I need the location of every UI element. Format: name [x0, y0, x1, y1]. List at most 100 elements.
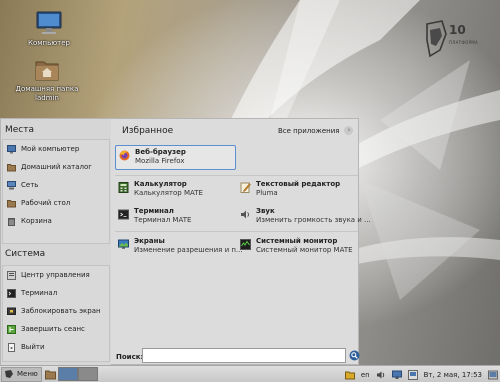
system-item-label: Выйти	[21, 343, 45, 351]
menu-button[interactable]: Меню	[1, 366, 42, 382]
place-item-network[interactable]: Сеть	[3, 176, 109, 194]
logo-text: ПЛАТФОРМА	[449, 40, 479, 45]
display-icon	[118, 239, 129, 249]
menu-button-label: Меню	[17, 370, 38, 378]
place-item-home[interactable]: Домашний каталог	[3, 158, 109, 176]
favorites-title: Избранное	[122, 126, 174, 136]
place-item-label: Сеть	[21, 181, 39, 189]
workspace-2[interactable]	[77, 367, 98, 381]
power-icon	[8, 342, 15, 352]
system-title: Система	[5, 249, 46, 259]
app-text-editor[interactable]: Текстовый редактор Pluma	[240, 180, 340, 198]
place-item-label: Домашний каталог	[21, 163, 92, 171]
folder-tray-icon[interactable]	[344, 370, 355, 380]
logo-number: 10	[449, 23, 466, 37]
keyboard-layout-indicator[interactable]: en	[361, 371, 370, 379]
place-item-label: Мой компьютер	[21, 145, 80, 153]
app-desc: Калькулятор MATE	[134, 189, 203, 197]
monitor-icon	[36, 11, 62, 34]
sound-icon	[241, 210, 250, 219]
system-item-label: Завершить сеанс	[21, 325, 85, 333]
menu-left-pane: Места Мой компьютер Домашний каталог Сет…	[1, 119, 111, 366]
folder-icon	[7, 163, 16, 171]
volume-icon[interactable]	[376, 370, 386, 380]
taskbar: Меню en Вт, 2 мая, 17:53	[0, 365, 500, 382]
clock[interactable]: Вт, 2 мая, 17:53	[424, 371, 482, 379]
app-sound[interactable]: Звук Изменить громкость звука и ...	[240, 207, 371, 225]
app-name: Системный монитор	[256, 237, 338, 245]
app-name: Калькулятор	[134, 180, 187, 188]
network-icon[interactable]	[391, 370, 402, 380]
display-tray-icon[interactable]	[407, 369, 418, 380]
calculator-icon	[118, 182, 129, 193]
logout-icon	[7, 324, 16, 334]
app-desc: Pluma	[256, 189, 278, 197]
system-monitor-icon	[240, 239, 251, 250]
control-center-icon	[7, 270, 16, 280]
system-item-lock-screen[interactable]: Заблокировать экран	[3, 302, 109, 320]
app-system-monitor[interactable]: Системный монитор Системный монитор MATE	[240, 237, 353, 255]
favorites-separator	[115, 231, 358, 232]
menu-right-pane: Избранное Все приложения › Веб-браузер M…	[113, 119, 371, 366]
all-apps-label: Все приложения	[278, 126, 340, 135]
trash-icon	[8, 217, 15, 226]
workspace-1[interactable]	[57, 367, 78, 381]
show-desktop-icon[interactable]	[488, 370, 498, 380]
system-item-logout[interactable]: Завершить сеанс	[3, 320, 109, 338]
terminal-icon	[118, 209, 129, 220]
app-calculator[interactable]: Калькулятор Калькулятор MATE	[118, 180, 203, 198]
app-displays[interactable]: Экраны Изменение разрешения и п...	[118, 237, 243, 255]
all-apps-button[interactable]: Все приложения ›	[278, 126, 354, 135]
app-desc: Изменение разрешения и п...	[134, 246, 243, 254]
place-item-desktop[interactable]: Рабочий стол	[3, 194, 109, 212]
system-item-control-center[interactable]: Центр управления	[3, 266, 109, 284]
logo-emblem-icon	[426, 20, 447, 58]
app-desc: Изменить громкость звука и ...	[256, 216, 371, 224]
platform-logo: 10 ПЛАТФОРМА	[424, 20, 484, 62]
system-item-label: Заблокировать экран	[21, 307, 101, 315]
system-item-terminal[interactable]: Терминал	[3, 284, 109, 302]
home-folder-icon	[35, 61, 59, 81]
firefox-icon	[119, 150, 130, 161]
desktop-icon-label: Компьютер	[28, 39, 70, 47]
search-icon[interactable]	[349, 350, 360, 361]
place-item-label: Рабочий стол	[21, 199, 71, 207]
places-title: Места	[5, 125, 35, 135]
app-desc: Терминал MATE	[134, 216, 192, 224]
favorites-separator	[115, 175, 358, 176]
desktop-icon-label: Домашняя папка	[15, 85, 79, 93]
text-editor-icon	[240, 182, 251, 193]
app-name: Текстовый редактор	[256, 180, 341, 188]
app-name: Терминал	[134, 207, 174, 215]
main-menu: Места Мой компьютер Домашний каталог Сет…	[0, 118, 371, 366]
desktop-icon-home[interactable]: Домашняя папка ladmin	[12, 56, 82, 102]
terminal-icon	[7, 288, 16, 298]
system-tray: en Вт, 2 мая, 17:53	[339, 366, 498, 382]
system-list: Центр управления Терминал Заблокировать …	[2, 265, 110, 362]
places-list: Мой компьютер Домашний каталог Сеть Рабо…	[2, 139, 110, 244]
place-item-trash[interactable]: Корзина	[3, 212, 109, 230]
app-web-browser[interactable]: Веб-браузер Mozilla Firefox	[115, 145, 236, 170]
chevron-right-icon: ›	[344, 126, 354, 135]
desktop-icon-computer[interactable]: Компьютер	[14, 10, 84, 47]
app-desc: Системный монитор MATE	[256, 246, 353, 254]
lock-screen-icon	[7, 307, 16, 315]
search-label: Поиск:	[116, 353, 144, 361]
menu-emblem-icon	[5, 370, 13, 378]
app-terminal[interactable]: Терминал Терминал MATE	[118, 207, 191, 225]
file-manager-icon[interactable]	[44, 369, 56, 380]
place-item-label: Корзина	[21, 217, 52, 225]
search-input[interactable]	[142, 348, 346, 363]
place-item-computer[interactable]: Мой компьютер	[3, 140, 109, 158]
app-name: Веб-браузер	[135, 148, 186, 156]
computer-icon	[7, 144, 16, 153]
app-name: Звук	[256, 207, 275, 215]
system-item-quit[interactable]: Выйти	[3, 338, 109, 356]
network-icon	[7, 180, 16, 189]
desktop-icon-sublabel: ladmin	[35, 94, 59, 102]
desktop-folder-icon	[7, 199, 16, 207]
app-name: Экраны	[134, 237, 165, 245]
app-desc: Mozilla Firefox	[135, 157, 185, 165]
system-item-label: Терминал	[21, 289, 58, 297]
system-item-label: Центр управления	[21, 271, 90, 279]
